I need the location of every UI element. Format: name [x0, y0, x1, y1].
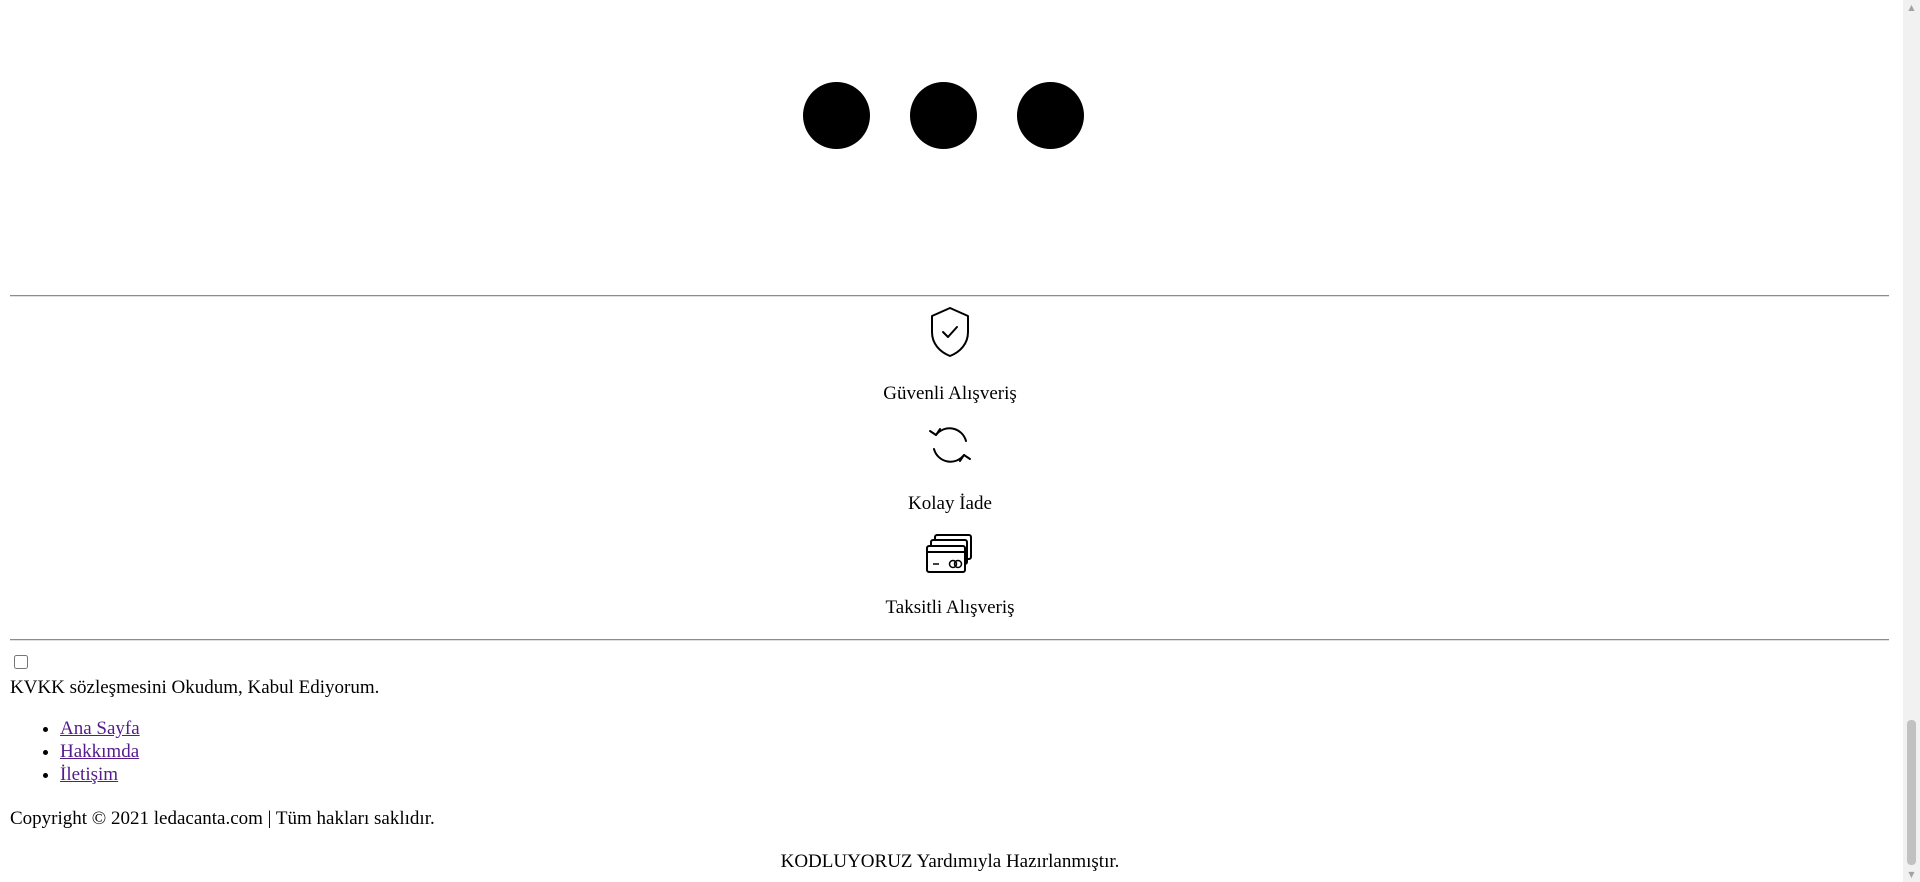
feature-installment [0, 533, 1900, 575]
refresh-icon [929, 427, 971, 463]
carousel-dots [803, 82, 1084, 149]
scroll-up-icon[interactable]: ▲ [1907, 3, 1916, 12]
scrollbar-thumb[interactable] [1907, 720, 1916, 865]
vertical-scrollbar[interactable]: ▲ ▼ [1903, 0, 1920, 882]
divider-top [10, 295, 1889, 297]
scroll-down-icon[interactable]: ▼ [1907, 870, 1916, 879]
nav-link-contact[interactable]: İletişim [60, 764, 118, 785]
feature-secure-shopping [0, 306, 1900, 358]
kvkk-checkbox[interactable] [14, 655, 28, 669]
credit-text: KODLUYORUZ Yardımıyla Hazırlanmıştır. [780, 851, 1120, 872]
nav-link-about[interactable]: Hakkımda [60, 741, 139, 762]
credit-cards-icon [926, 534, 972, 573]
nav-link-home[interactable]: Ana Sayfa [60, 718, 140, 739]
divider-bottom [10, 639, 1889, 641]
kvkk-checkbox-wrapper [10, 655, 28, 674]
carousel-dot-2[interactable] [910, 82, 977, 149]
nav-item: İletişim [60, 763, 140, 786]
kvkk-label: KVKK sözleşmesini Okudum, Kabul Ediyorum… [10, 677, 380, 698]
nav-item: Ana Sayfa [60, 717, 140, 740]
shield-check-icon [931, 307, 969, 357]
page: Güvenli Alışveriş Kolay İade Taksitli Al… [0, 0, 1900, 882]
carousel-dot-3[interactable] [1017, 82, 1084, 149]
nav-item: Hakkımda [60, 740, 140, 763]
carousel-dot-1[interactable] [803, 82, 870, 149]
feature-easy-return [0, 421, 1900, 469]
footer-nav: Ana Sayfa Hakkımda İletişim [10, 717, 140, 786]
feature-label: Güvenli Alışveriş [883, 383, 1017, 404]
feature-label: Taksitli Alışveriş [885, 597, 1015, 618]
copyright-text: Copyright © 2021 ledacanta.com | Tüm hak… [10, 808, 435, 829]
feature-label: Kolay İade [908, 493, 992, 514]
